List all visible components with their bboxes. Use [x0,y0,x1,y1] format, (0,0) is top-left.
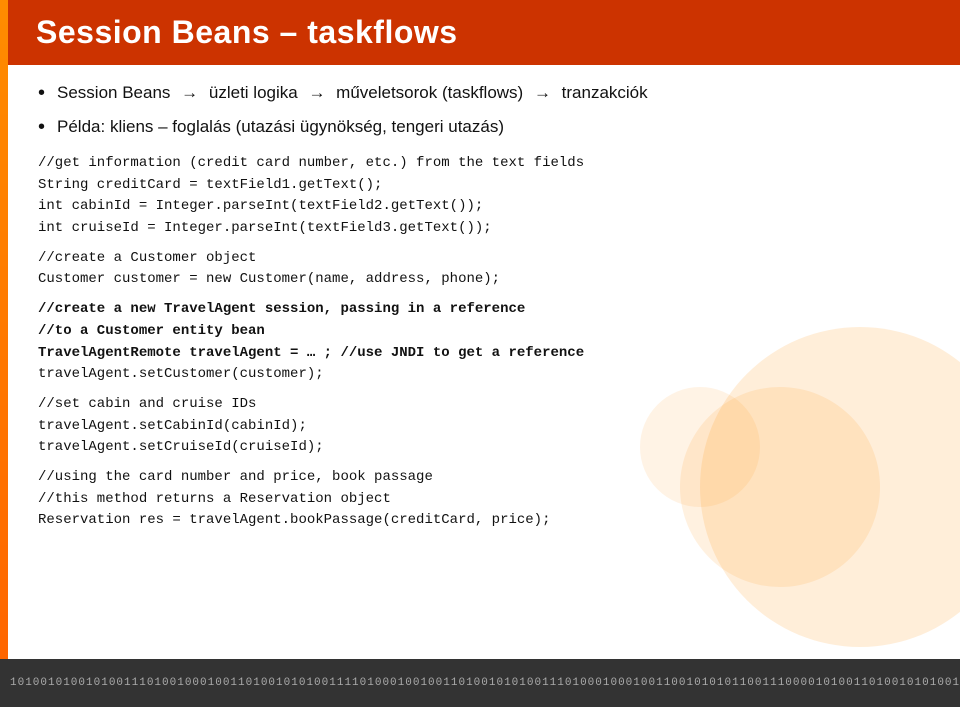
code-line-4: int cruiseId = Integer.parseInt(textFiel… [38,218,930,240]
code-line-2: String creditCard = textField1.getText()… [38,175,930,197]
bullet-text-2: Példa: kliens – foglalás (utazási ügynök… [57,115,504,139]
code-line-7: //create a new TravelAgent session, pass… [38,299,930,321]
code-line-3: int cabinId = Integer.parseInt(textField… [38,196,930,218]
code-line-5: //create a Customer object [38,248,930,270]
bullet-item-1: • Session Beans → üzleti logika → művele… [38,81,930,107]
orange-accent-bar [0,0,8,659]
code-line-6: Customer customer = new Customer(name, a… [38,269,930,291]
binary-bar: 1010010100101001110100100010011010010101… [0,659,960,707]
decorative-circle-small [640,387,760,507]
bullet-dot-2: • [38,113,45,141]
binary-text: 1010010100101001110100100010011010010101… [10,677,960,689]
bullet-text-1: Session Beans → üzleti logika → művelets… [57,81,648,105]
slide-header: Session Beans – taskflows [8,0,960,65]
bullet-list: • Session Beans → üzleti logika → művele… [38,81,930,141]
slide-container: Session Beans – taskflows • Session Bean… [0,0,960,707]
bullet-item-2: • Példa: kliens – foglalás (utazási ügyn… [38,115,930,141]
code-line-1: //get information (credit card number, e… [38,153,930,175]
slide-title: Session Beans – taskflows [36,14,940,51]
bullet-dot-1: • [38,79,45,107]
